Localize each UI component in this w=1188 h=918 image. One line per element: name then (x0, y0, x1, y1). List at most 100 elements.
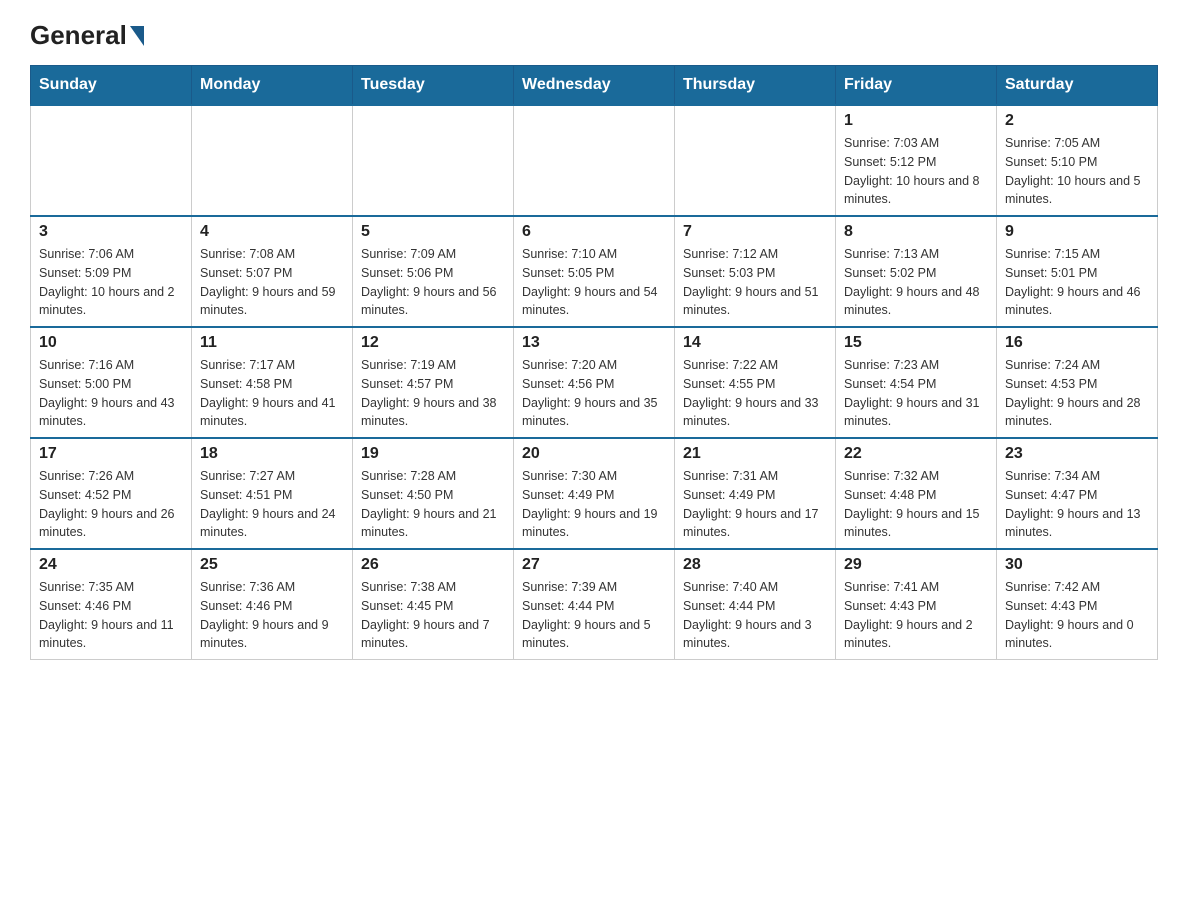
weekday-header-wednesday: Wednesday (514, 66, 675, 106)
calendar-cell: 28 Sunrise: 7:40 AMSunset: 4:44 PMDayligh… (675, 549, 836, 660)
day-info: Sunrise: 7:12 AMSunset: 5:03 PMDaylight:… (683, 245, 827, 320)
day-info: Sunrise: 7:40 AMSunset: 4:44 PMDaylight:… (683, 578, 827, 653)
day-number: 16 (1005, 334, 1149, 352)
day-info: Sunrise: 7:23 AMSunset: 4:54 PMDaylight:… (844, 356, 988, 431)
day-info: Sunrise: 7:22 AMSunset: 4:55 PMDaylight:… (683, 356, 827, 431)
calendar-cell: 3 Sunrise: 7:06 AMSunset: 5:09 PMDaylight… (31, 216, 192, 327)
day-info: Sunrise: 7:42 AMSunset: 4:43 PMDaylight:… (1005, 578, 1149, 653)
calendar-cell: 17 Sunrise: 7:26 AMSunset: 4:52 PMDayligh… (31, 438, 192, 549)
week-row-2: 3 Sunrise: 7:06 AMSunset: 5:09 PMDaylight… (31, 216, 1158, 327)
day-info: Sunrise: 7:06 AMSunset: 5:09 PMDaylight:… (39, 245, 183, 320)
calendar-cell: 8Sunrise: 7:13 AMSunset: 5:02 PMDaylight… (836, 216, 997, 327)
day-info: Sunrise: 7:36 AMSunset: 4:46 PMDaylight:… (200, 578, 344, 653)
day-number: 1 (844, 112, 988, 130)
calendar-cell (675, 105, 836, 216)
day-info: Sunrise: 7:26 AMSunset: 4:52 PMDaylight:… (39, 467, 183, 542)
day-info: Sunrise: 7:17 AMSunset: 4:58 PMDaylight:… (200, 356, 344, 431)
day-info: Sunrise: 7:16 AMSunset: 5:00 PMDaylight:… (39, 356, 183, 431)
calendar-cell: 25 Sunrise: 7:36 AMSunset: 4:46 PMDayligh… (192, 549, 353, 660)
day-info: Sunrise: 7:30 AMSunset: 4:49 PMDaylight:… (522, 467, 666, 542)
calendar-cell: 26 Sunrise: 7:38 AMSunset: 4:45 PMDayligh… (353, 549, 514, 660)
day-info: Sunrise: 7:03 AMSunset: 5:12 PMDaylight:… (844, 134, 988, 209)
weekday-header-tuesday: Tuesday (353, 66, 514, 106)
calendar-cell: 9 Sunrise: 7:15 AMSunset: 5:01 PMDaylight… (997, 216, 1158, 327)
calendar-cell: 20 Sunrise: 7:30 AMSunset: 4:49 PMDayligh… (514, 438, 675, 549)
day-number: 26 (361, 556, 505, 574)
day-number: 9 (1005, 223, 1149, 241)
day-info: Sunrise: 7:08 AMSunset: 5:07 PMDaylight:… (200, 245, 344, 320)
day-info: Sunrise: 7:20 AMSunset: 4:56 PMDaylight:… (522, 356, 666, 431)
calendar-cell: 16 Sunrise: 7:24 AMSunset: 4:53 PMDayligh… (997, 327, 1158, 438)
calendar-cell (192, 105, 353, 216)
day-number: 4 (200, 223, 344, 241)
day-info: Sunrise: 7:34 AMSunset: 4:47 PMDaylight:… (1005, 467, 1149, 542)
calendar-cell: 29Sunrise: 7:41 AMSunset: 4:43 PMDayligh… (836, 549, 997, 660)
calendar-cell: 13 Sunrise: 7:20 AMSunset: 4:56 PMDayligh… (514, 327, 675, 438)
day-number: 21 (683, 445, 827, 463)
logo-general: General (30, 20, 127, 51)
day-number: 27 (522, 556, 666, 574)
day-info: Sunrise: 7:15 AMSunset: 5:01 PMDaylight:… (1005, 245, 1149, 320)
day-info: Sunrise: 7:32 AMSunset: 4:48 PMDaylight:… (844, 467, 988, 542)
week-row-5: 24Sunrise: 7:35 AMSunset: 4:46 PMDayligh… (31, 549, 1158, 660)
day-number: 13 (522, 334, 666, 352)
calendar-cell: 11 Sunrise: 7:17 AMSunset: 4:58 PMDayligh… (192, 327, 353, 438)
week-row-3: 10 Sunrise: 7:16 AMSunset: 5:00 PMDayligh… (31, 327, 1158, 438)
day-info: Sunrise: 7:27 AMSunset: 4:51 PMDaylight:… (200, 467, 344, 542)
day-info: Sunrise: 7:13 AMSunset: 5:02 PMDaylight:… (844, 245, 988, 320)
weekday-header-friday: Friday (836, 66, 997, 106)
calendar-cell: 6Sunrise: 7:10 AMSunset: 5:05 PMDaylight… (514, 216, 675, 327)
calendar-cell: 18Sunrise: 7:27 AMSunset: 4:51 PMDayligh… (192, 438, 353, 549)
calendar-cell: 2 Sunrise: 7:05 AMSunset: 5:10 PMDaylight… (997, 105, 1158, 216)
day-number: 5 (361, 223, 505, 241)
day-number: 12 (361, 334, 505, 352)
day-info: Sunrise: 7:09 AMSunset: 5:06 PMDaylight:… (361, 245, 505, 320)
calendar-cell: 30Sunrise: 7:42 AMSunset: 4:43 PMDayligh… (997, 549, 1158, 660)
day-info: Sunrise: 7:41 AMSunset: 4:43 PMDaylight:… (844, 578, 988, 653)
calendar-cell: 12 Sunrise: 7:19 AMSunset: 4:57 PMDayligh… (353, 327, 514, 438)
weekday-header-monday: Monday (192, 66, 353, 106)
calendar-cell: 14 Sunrise: 7:22 AMSunset: 4:55 PMDayligh… (675, 327, 836, 438)
day-number: 20 (522, 445, 666, 463)
day-number: 10 (39, 334, 183, 352)
day-number: 3 (39, 223, 183, 241)
logo-text: General (30, 20, 145, 51)
day-number: 25 (200, 556, 344, 574)
day-info: Sunrise: 7:19 AMSunset: 4:57 PMDaylight:… (361, 356, 505, 431)
calendar-cell: 24Sunrise: 7:35 AMSunset: 4:46 PMDayligh… (31, 549, 192, 660)
day-number: 22 (844, 445, 988, 463)
calendar-cell: 21 Sunrise: 7:31 AMSunset: 4:49 PMDayligh… (675, 438, 836, 549)
page-header: General (30, 20, 1158, 45)
weekday-header-saturday: Saturday (997, 66, 1158, 106)
day-number: 24 (39, 556, 183, 574)
calendar-cell: 5 Sunrise: 7:09 AMSunset: 5:06 PMDaylight… (353, 216, 514, 327)
calendar-cell: 19Sunrise: 7:28 AMSunset: 4:50 PMDayligh… (353, 438, 514, 549)
calendar-cell: 22 Sunrise: 7:32 AMSunset: 4:48 PMDayligh… (836, 438, 997, 549)
day-info: Sunrise: 7:39 AMSunset: 4:44 PMDaylight:… (522, 578, 666, 653)
day-number: 11 (200, 334, 344, 352)
day-number: 17 (39, 445, 183, 463)
day-info: Sunrise: 7:38 AMSunset: 4:45 PMDaylight:… (361, 578, 505, 653)
calendar-cell: 10 Sunrise: 7:16 AMSunset: 5:00 PMDayligh… (31, 327, 192, 438)
calendar-table: SundayMondayTuesdayWednesdayThursdayFrid… (30, 65, 1158, 660)
day-number: 28 (683, 556, 827, 574)
day-info: Sunrise: 7:24 AMSunset: 4:53 PMDaylight:… (1005, 356, 1149, 431)
weekday-header-row: SundayMondayTuesdayWednesdayThursdayFrid… (31, 66, 1158, 106)
calendar-cell: 4 Sunrise: 7:08 AMSunset: 5:07 PMDaylight… (192, 216, 353, 327)
day-number: 14 (683, 334, 827, 352)
calendar-cell: 23 Sunrise: 7:34 AMSunset: 4:47 PMDayligh… (997, 438, 1158, 549)
day-number: 6 (522, 223, 666, 241)
calendar-cell (353, 105, 514, 216)
day-info: Sunrise: 7:05 AMSunset: 5:10 PMDaylight:… (1005, 134, 1149, 209)
calendar-cell: 27 Sunrise: 7:39 AMSunset: 4:44 PMDayligh… (514, 549, 675, 660)
day-info: Sunrise: 7:31 AMSunset: 4:49 PMDaylight:… (683, 467, 827, 542)
weekday-header-thursday: Thursday (675, 66, 836, 106)
logo: General (30, 20, 145, 45)
weekday-header-sunday: Sunday (31, 66, 192, 106)
calendar-cell: 7Sunrise: 7:12 AMSunset: 5:03 PMDaylight… (675, 216, 836, 327)
week-row-1: 1 Sunrise: 7:03 AMSunset: 5:12 PMDaylight… (31, 105, 1158, 216)
calendar-cell (514, 105, 675, 216)
day-number: 2 (1005, 112, 1149, 130)
day-number: 15 (844, 334, 988, 352)
day-number: 23 (1005, 445, 1149, 463)
